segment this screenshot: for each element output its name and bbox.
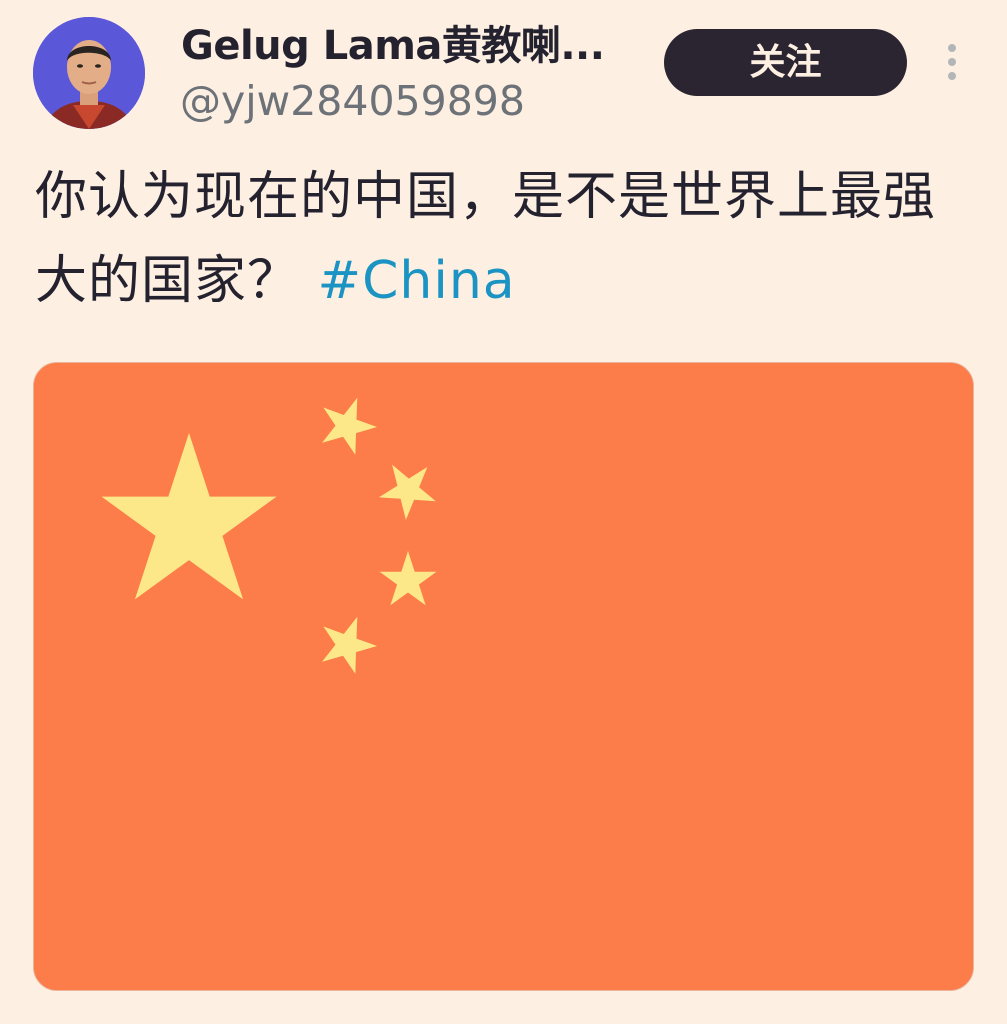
- tweet-text: 你认为现在的中国，是不是世界上最强大的国家？ #China: [35, 155, 975, 323]
- follow-button[interactable]: 关注: [664, 29, 907, 96]
- ellipsis-dot: [948, 58, 956, 66]
- person-portrait-avatar-icon: [33, 17, 145, 129]
- ellipsis-dot: [948, 72, 956, 80]
- tweet-media-image[interactable]: [33, 362, 974, 991]
- vertical-ellipsis-icon: [948, 44, 956, 52]
- display-name[interactable]: Gelug Lama黄教喇...: [181, 18, 605, 74]
- more-options-button[interactable]: [940, 40, 964, 84]
- user-handle[interactable]: @yjw284059898: [180, 74, 525, 128]
- flag-of-china-icon: [34, 363, 973, 990]
- hashtag-link[interactable]: #China: [318, 251, 516, 311]
- avatar[interactable]: [33, 17, 145, 129]
